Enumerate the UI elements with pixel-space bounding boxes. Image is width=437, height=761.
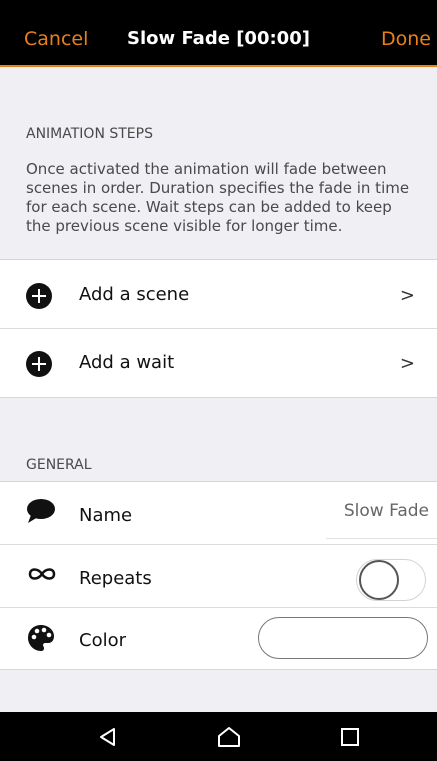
system-nav-bar xyxy=(0,712,437,761)
general-header: GENERAL xyxy=(26,457,92,473)
page-title: Slow Fade [00:00] xyxy=(127,28,310,49)
recents-icon xyxy=(341,728,359,746)
plus-circle-icon xyxy=(26,351,52,377)
chevron-right-icon: > xyxy=(399,285,415,306)
add-wait-row[interactable]: Add a wait > xyxy=(0,329,437,397)
name-field[interactable]: Slow Fade xyxy=(344,501,429,521)
top-bar: Cancel Slow Fade [00:00] Done xyxy=(0,0,437,67)
animation-steps-header: ANIMATION STEPS xyxy=(26,126,153,142)
repeats-toggle[interactable] xyxy=(356,559,426,601)
animation-steps-description: Once activated the animation will fade b… xyxy=(26,160,410,235)
back-button[interactable] xyxy=(78,712,138,761)
plus-circle-icon xyxy=(26,283,52,309)
repeats-label: Repeats xyxy=(79,568,152,589)
add-wait-label: Add a wait xyxy=(79,352,175,373)
speech-bubble-icon xyxy=(27,499,55,523)
done-button[interactable]: Done xyxy=(381,28,431,50)
add-scene-row[interactable]: Add a scene > xyxy=(0,260,437,328)
toggle-knob xyxy=(359,560,399,600)
recents-button[interactable] xyxy=(320,712,380,761)
name-row: Name Slow Fade xyxy=(0,482,437,544)
chevron-right-icon: > xyxy=(399,353,415,374)
name-label: Name xyxy=(79,505,133,526)
color-label: Color xyxy=(79,630,126,651)
animation-steps-list: Add a scene > Add a wait > xyxy=(0,259,437,398)
home-icon xyxy=(218,727,240,747)
back-icon xyxy=(100,728,115,746)
add-scene-label: Add a scene xyxy=(79,284,190,305)
infinity-icon xyxy=(28,568,56,580)
color-swatch-button[interactable] xyxy=(258,617,428,659)
palette-icon xyxy=(28,625,54,651)
name-field-underline xyxy=(326,538,437,539)
home-button[interactable] xyxy=(199,712,259,761)
